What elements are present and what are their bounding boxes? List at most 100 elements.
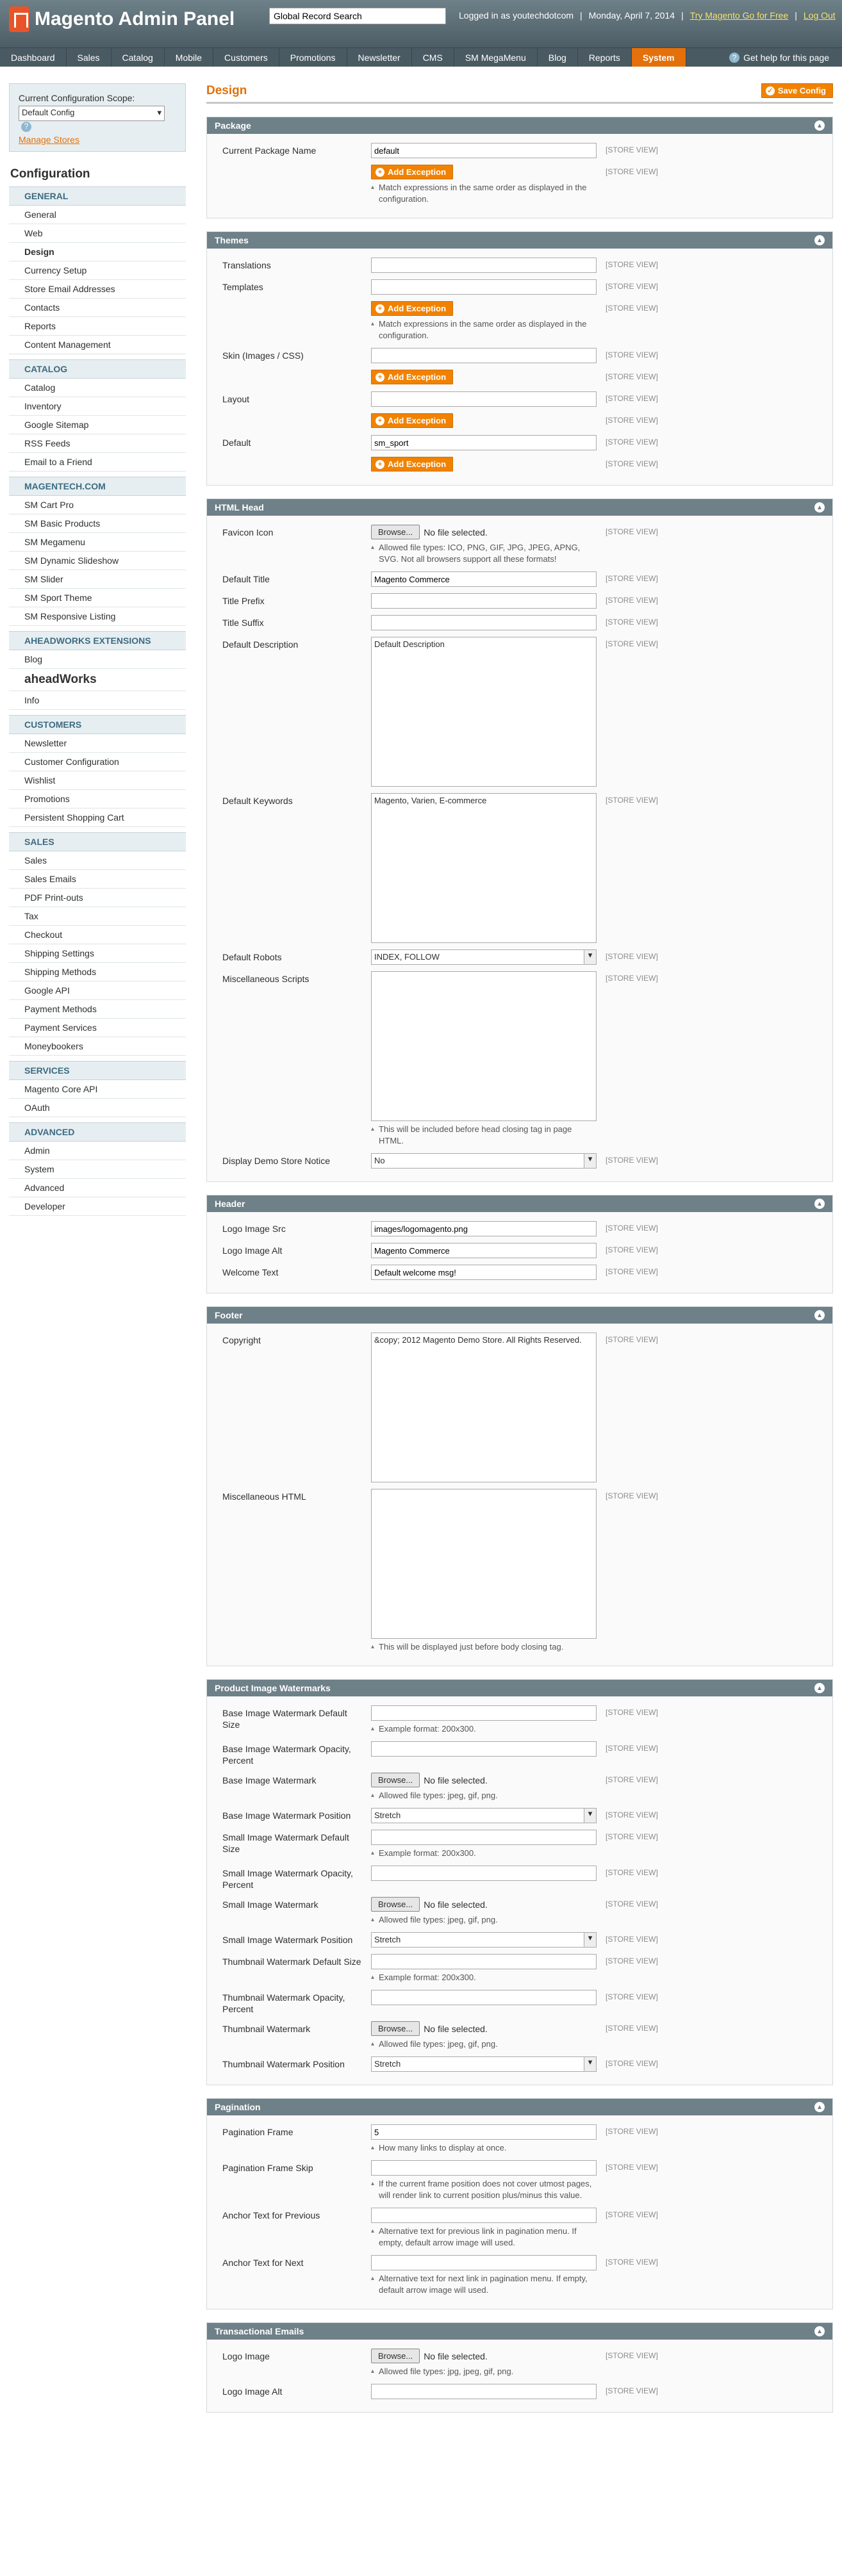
nav-promotions[interactable]: Promotions: [279, 48, 347, 67]
sidebar-group-header[interactable]: CATALOG: [9, 360, 186, 379]
demo-notice-select[interactable]: No: [371, 1153, 597, 1169]
sidebar-item-payment-methods[interactable]: Payment Methods: [9, 1000, 186, 1019]
sidebar-item-currency-setup[interactable]: Currency Setup: [9, 261, 186, 281]
thumb-position-select[interactable]: Stretch: [371, 2056, 597, 2072]
sidebar-group-header[interactable]: MAGENTECH.COM: [9, 477, 186, 496]
small-opacity-input[interactable]: [371, 1866, 597, 1881]
sidebar-item-sm-megamenu[interactable]: SM Megamenu: [9, 533, 186, 552]
sidebar-item-advanced[interactable]: Advanced: [9, 1179, 186, 1198]
misc-scripts-textarea[interactable]: [371, 971, 597, 1121]
section-header[interactable]: Footer ▲: [207, 1307, 832, 1324]
nav-newsletter[interactable]: Newsletter: [347, 48, 412, 67]
nav-sales[interactable]: Sales: [67, 48, 111, 67]
title-suffix-input[interactable]: [371, 615, 597, 630]
sidebar-group-header[interactable]: ADVANCED: [9, 1123, 186, 1142]
sidebar-item-admin[interactable]: Admin: [9, 1142, 186, 1161]
sidebar-item-design[interactable]: Design: [9, 243, 186, 262]
base-size-input[interactable]: [371, 1705, 597, 1721]
sidebar-item-blog[interactable]: Blog: [9, 650, 186, 669]
copyright-textarea[interactable]: &copy; 2012 Magento Demo Store. All Righ…: [371, 1333, 597, 1482]
anchor-previous-input[interactable]: [371, 2208, 597, 2223]
sidebar-group-header[interactable]: GENERAL: [9, 187, 186, 206]
base-opacity-input[interactable]: [371, 1741, 597, 1757]
sidebar-item-sm-slider[interactable]: SM Slider: [9, 570, 186, 589]
global-search-input[interactable]: [269, 8, 446, 24]
section-header[interactable]: Product Image Watermarks ▲: [207, 1680, 832, 1696]
browse-button[interactable]: Browse...: [371, 2021, 420, 2036]
nav-reports[interactable]: Reports: [578, 48, 632, 67]
thumb-opacity-input[interactable]: [371, 1990, 597, 2005]
title-prefix-input[interactable]: [371, 593, 597, 609]
nav-blog[interactable]: Blog: [538, 48, 578, 67]
nav-system[interactable]: System: [631, 48, 686, 67]
section-header[interactable]: Transactional Emails ▲: [207, 2323, 832, 2340]
sidebar-item-tax[interactable]: Tax: [9, 907, 186, 926]
nav-catalog[interactable]: Catalog: [111, 48, 165, 67]
sidebar-item-shipping-settings[interactable]: Shipping Settings: [9, 944, 186, 964]
package-name-input[interactable]: [371, 143, 597, 158]
pagination-frame-input[interactable]: [371, 2124, 597, 2140]
add-exception-button[interactable]: + Add Exception: [371, 301, 454, 316]
sidebar-item-catalog[interactable]: Catalog: [9, 379, 186, 398]
sidebar-item-wishlist[interactable]: Wishlist: [9, 771, 186, 791]
default-theme-input[interactable]: [371, 435, 597, 450]
sidebar-item-google-api[interactable]: Google API: [9, 981, 186, 1001]
sidebar-item-payment-services[interactable]: Payment Services: [9, 1019, 186, 1038]
sidebar-item-developer[interactable]: Developer: [9, 1197, 186, 1217]
layout-input[interactable]: [371, 391, 597, 407]
sidebar-item-oauth[interactable]: OAuth: [9, 1099, 186, 1118]
sidebar-item-sm-responsive-listing[interactable]: SM Responsive Listing: [9, 607, 186, 627]
sidebar-group-header[interactable]: AHEADWORKS EXTENSIONS: [9, 632, 186, 651]
browse-button[interactable]: Browse...: [371, 1897, 420, 1912]
templates-input[interactable]: [371, 279, 597, 295]
sidebar-group-header[interactable]: CUSTOMERS: [9, 716, 186, 735]
add-exception-button[interactable]: + Add Exception: [371, 370, 454, 384]
sidebar-item-contacts[interactable]: Contacts: [9, 299, 186, 318]
welcome-text-input[interactable]: [371, 1265, 597, 1280]
browse-button[interactable]: Browse...: [371, 525, 420, 539]
try-magento-go-link[interactable]: Try Magento Go for Free: [690, 10, 789, 21]
small-size-input[interactable]: [371, 1830, 597, 1845]
browse-button[interactable]: Browse...: [371, 2349, 420, 2363]
nav-sm-megamenu[interactable]: SM MegaMenu: [454, 48, 538, 67]
default-title-input[interactable]: [371, 571, 597, 587]
nav-customers[interactable]: Customers: [213, 48, 279, 67]
sidebar-item-sm-basic-products[interactable]: SM Basic Products: [9, 514, 186, 534]
logout-link[interactable]: Log Out: [804, 10, 836, 21]
default-keywords-textarea[interactable]: Magento, Varien, E-commerce: [371, 793, 597, 943]
logo-src-input[interactable]: [371, 1221, 597, 1236]
nav-dashboard[interactable]: Dashboard: [0, 48, 67, 67]
pagination-skip-input[interactable]: [371, 2160, 597, 2176]
thumb-size-input[interactable]: [371, 1954, 597, 1969]
sidebar-item-store-email-addresses[interactable]: Store Email Addresses: [9, 280, 186, 299]
sidebar-item-content-management[interactable]: Content Management: [9, 336, 186, 355]
sidebar-item-shipping-methods[interactable]: Shipping Methods: [9, 963, 186, 982]
translations-input[interactable]: [371, 258, 597, 273]
section-header[interactable]: Header ▲: [207, 1195, 832, 1212]
sidebar-item-magento-core-api[interactable]: Magento Core API: [9, 1080, 186, 1099]
sidebar-item-rss-feeds[interactable]: RSS Feeds: [9, 434, 186, 454]
sidebar-item-general[interactable]: General: [9, 206, 186, 225]
nav-cms[interactable]: CMS: [412, 48, 454, 67]
sidebar-item-email-to-a-friend[interactable]: Email to a Friend: [9, 453, 186, 472]
sidebar-item-system[interactable]: System: [9, 1160, 186, 1179]
sidebar-item-info[interactable]: Info: [9, 691, 186, 710]
default-description-textarea[interactable]: Default Description: [371, 637, 597, 787]
sidebar-group-header[interactable]: SERVICES: [9, 1062, 186, 1081]
sidebar-item-sm-sport-theme[interactable]: SM Sport Theme: [9, 589, 186, 608]
misc-html-textarea[interactable]: [371, 1489, 597, 1639]
sidebar-item-sales[interactable]: Sales: [9, 851, 186, 871]
small-position-select[interactable]: Stretch: [371, 1932, 597, 1948]
sidebar-item-aheadworks[interactable]: aheadWorks: [9, 669, 186, 692]
help-link[interactable]: ? Get help for this page: [729, 48, 842, 67]
sidebar-group-header[interactable]: SALES: [9, 833, 186, 852]
sidebar-item-inventory[interactable]: Inventory: [9, 397, 186, 416]
section-header[interactable]: HTML Head ▲: [207, 499, 832, 516]
section-header[interactable]: Pagination ▲: [207, 2099, 832, 2115]
sidebar-item-reports[interactable]: Reports: [9, 317, 186, 336]
sidebar-item-customer-configuration[interactable]: Customer Configuration: [9, 753, 186, 772]
manage-stores-link[interactable]: Manage Stores: [19, 135, 176, 145]
skin-input[interactable]: [371, 348, 597, 363]
sidebar-item-promotions[interactable]: Promotions: [9, 790, 186, 809]
base-position-select[interactable]: Stretch: [371, 1808, 597, 1823]
